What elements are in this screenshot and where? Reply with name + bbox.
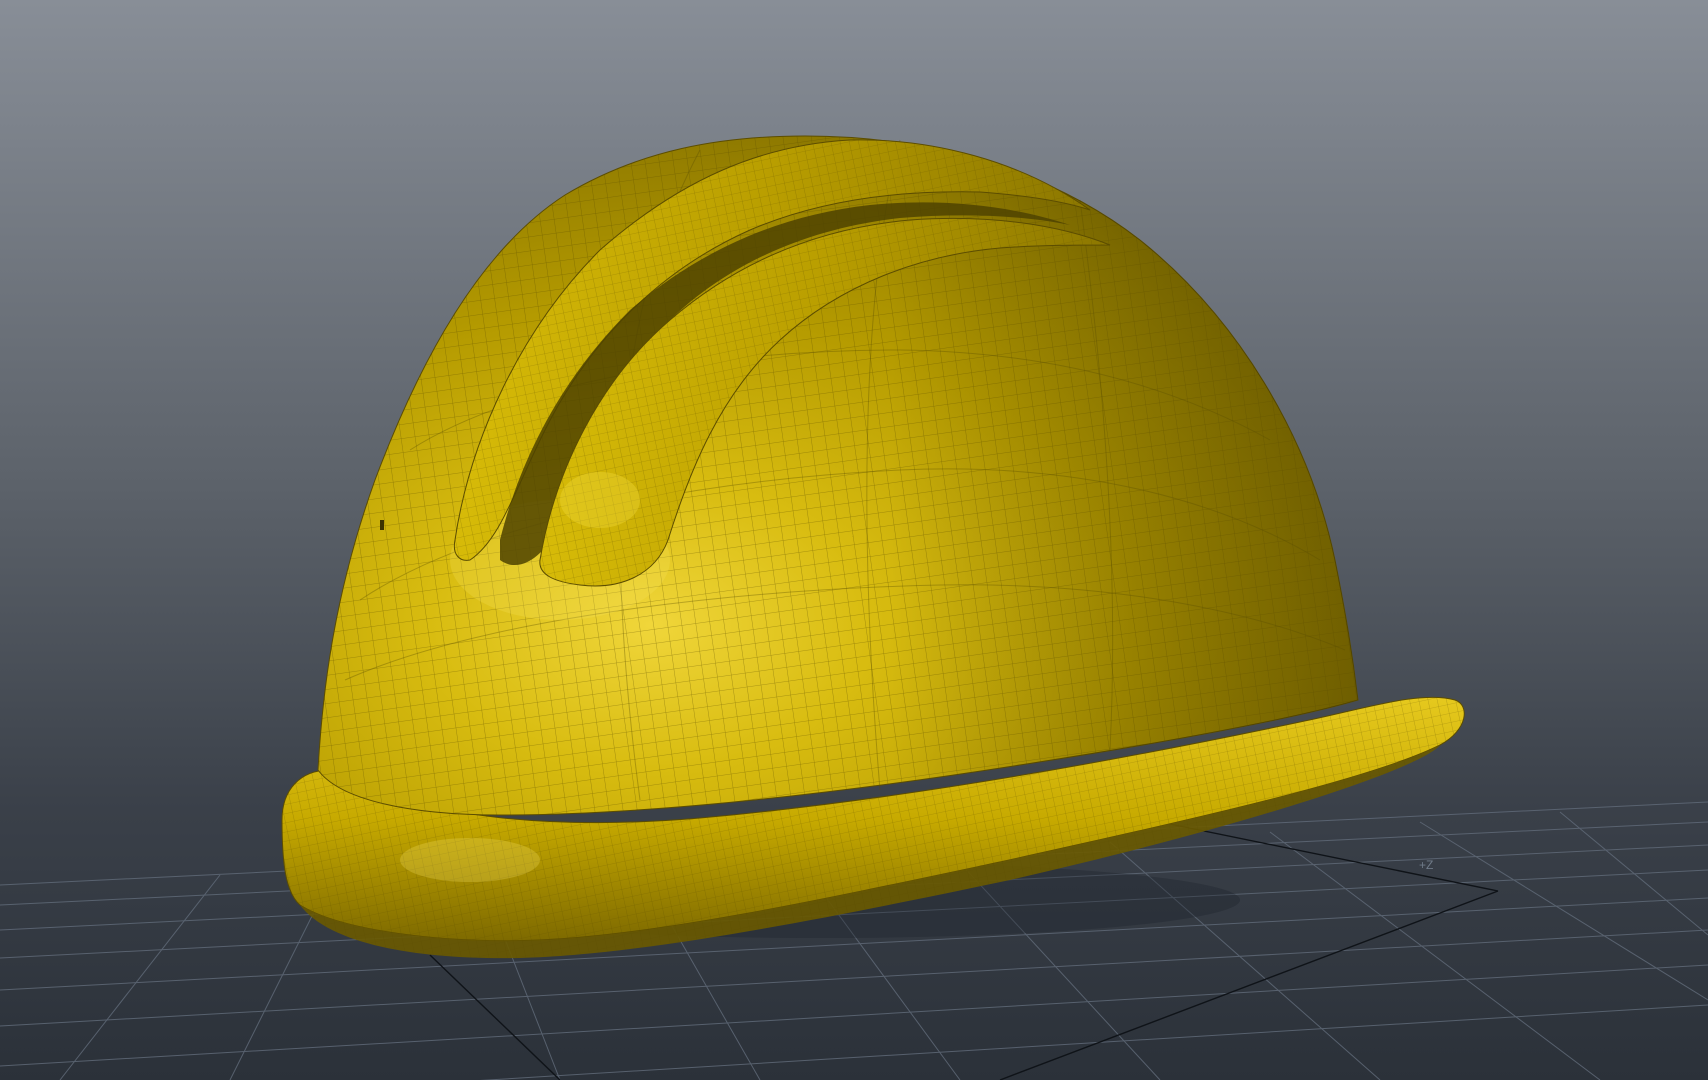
viewport-canvas[interactable]: [0, 0, 1708, 1080]
3d-viewport[interactable]: +Z: [0, 0, 1708, 1080]
rivet-mark: [380, 520, 384, 530]
axis-label-z: +Z: [1419, 858, 1434, 872]
